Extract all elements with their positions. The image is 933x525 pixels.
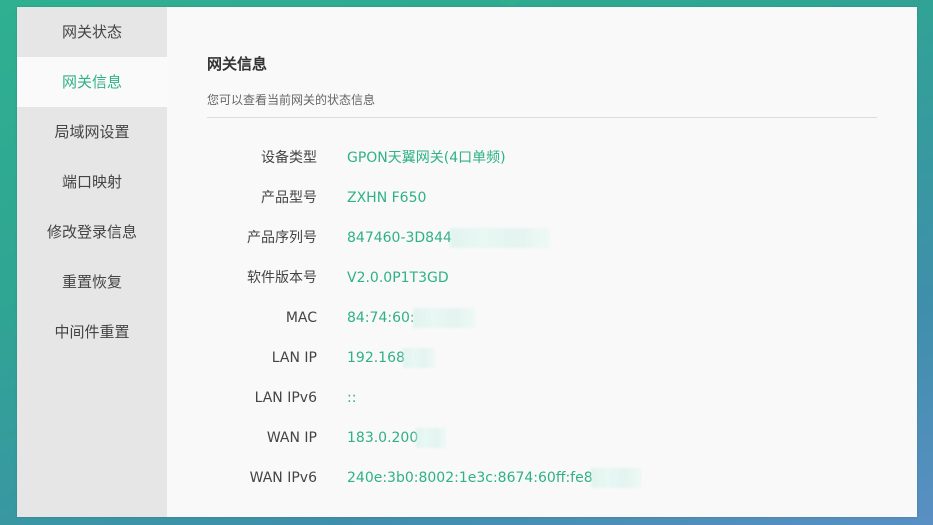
info-label: 设备类型 (261, 150, 317, 166)
info-label: LAN IP (271, 350, 317, 366)
info-label: 产品序列号 (247, 230, 317, 246)
info-row-serial: 产品序列号 847460-3D844 (207, 218, 877, 258)
sidebar-item-port-mapping[interactable]: 端口映射 (17, 157, 167, 207)
info-row-lan-ipv6: LAN IPv6 :: (207, 378, 877, 418)
page-title: 网关信息 (207, 55, 268, 73)
info-value: ZXHN F650 (347, 190, 427, 206)
main-panel: 网关状态 网关信息 局域网设置 端口映射 修改登录信息 重置恢复 中间件重置 网… (17, 7, 917, 517)
info-value: 183.0.200 (347, 430, 419, 446)
info-value: 84:74:60: (347, 310, 415, 326)
info-value-wrap: 192.168 (347, 338, 435, 378)
info-value: 240e:3b0:8002:1e3c:8674:60ff:fe8 (347, 470, 593, 486)
info-value-wrap: 183.0.200 (347, 418, 447, 458)
redaction-blur (402, 348, 435, 368)
sidebar: 网关状态 网关信息 局域网设置 端口映射 修改登录信息 重置恢复 中间件重置 (17, 7, 167, 517)
sidebar-item-lan-settings[interactable]: 局域网设置 (17, 107, 167, 157)
redaction-blur (416, 428, 447, 448)
page-subtitle: 您可以查看当前网关的状态信息 (207, 93, 376, 107)
info-label: WAN IP (266, 430, 317, 446)
info-label: WAN IPv6 (249, 470, 317, 486)
info-label: 产品型号 (261, 190, 317, 206)
top-notch-indicator (497, 0, 525, 7)
info-value: 192.168 (347, 350, 405, 366)
sidebar-item-reset-restore[interactable]: 重置恢复 (17, 257, 167, 307)
sidebar-item-login-info[interactable]: 修改登录信息 (17, 207, 167, 257)
sidebar-item-gateway-status[interactable]: 网关状态 (17, 7, 167, 57)
info-value: 847460-3D844 (347, 230, 452, 246)
info-row-software-version: 软件版本号 V2.0.0P1T3GD (207, 258, 877, 298)
info-row-mac: MAC 84:74:60: (207, 298, 877, 338)
divider (207, 117, 877, 118)
info-value: :: (347, 390, 357, 406)
info-label: MAC (285, 310, 317, 326)
info-value-wrap: 240e:3b0:8002:1e3c:8674:60ff:fe8 (347, 458, 641, 498)
info-label: LAN IPv6 (254, 390, 317, 406)
sidebar-item-middleware-reset[interactable]: 中间件重置 (17, 307, 167, 357)
info-row-device-type: 设备类型 GPON天翼网关(4口单频) (207, 138, 877, 178)
info-row-wan-ip: WAN IP 183.0.200 (207, 418, 877, 458)
info-value: V2.0.0P1T3GD (347, 270, 449, 286)
info-value-wrap: 84:74:60: (347, 298, 475, 338)
info-row-wan-ipv6: WAN IPv6 240e:3b0:8002:1e3c:8674:60ff:fe… (207, 458, 877, 498)
info-row-lan-ip: LAN IP 192.168 (207, 338, 877, 378)
redaction-blur (449, 228, 550, 248)
info-list: 设备类型 GPON天翼网关(4口单频) 产品型号 ZXHN F650 产品序列号… (207, 138, 877, 498)
redaction-blur (590, 468, 641, 488)
info-label: 软件版本号 (247, 270, 317, 286)
info-value: GPON天翼网关(4口单频) (347, 150, 506, 166)
info-row-model: 产品型号 ZXHN F650 (207, 178, 877, 218)
sidebar-item-gateway-info[interactable]: 网关信息 (17, 57, 167, 107)
info-value-wrap: 847460-3D844 (347, 218, 550, 258)
redaction-blur (412, 308, 475, 328)
